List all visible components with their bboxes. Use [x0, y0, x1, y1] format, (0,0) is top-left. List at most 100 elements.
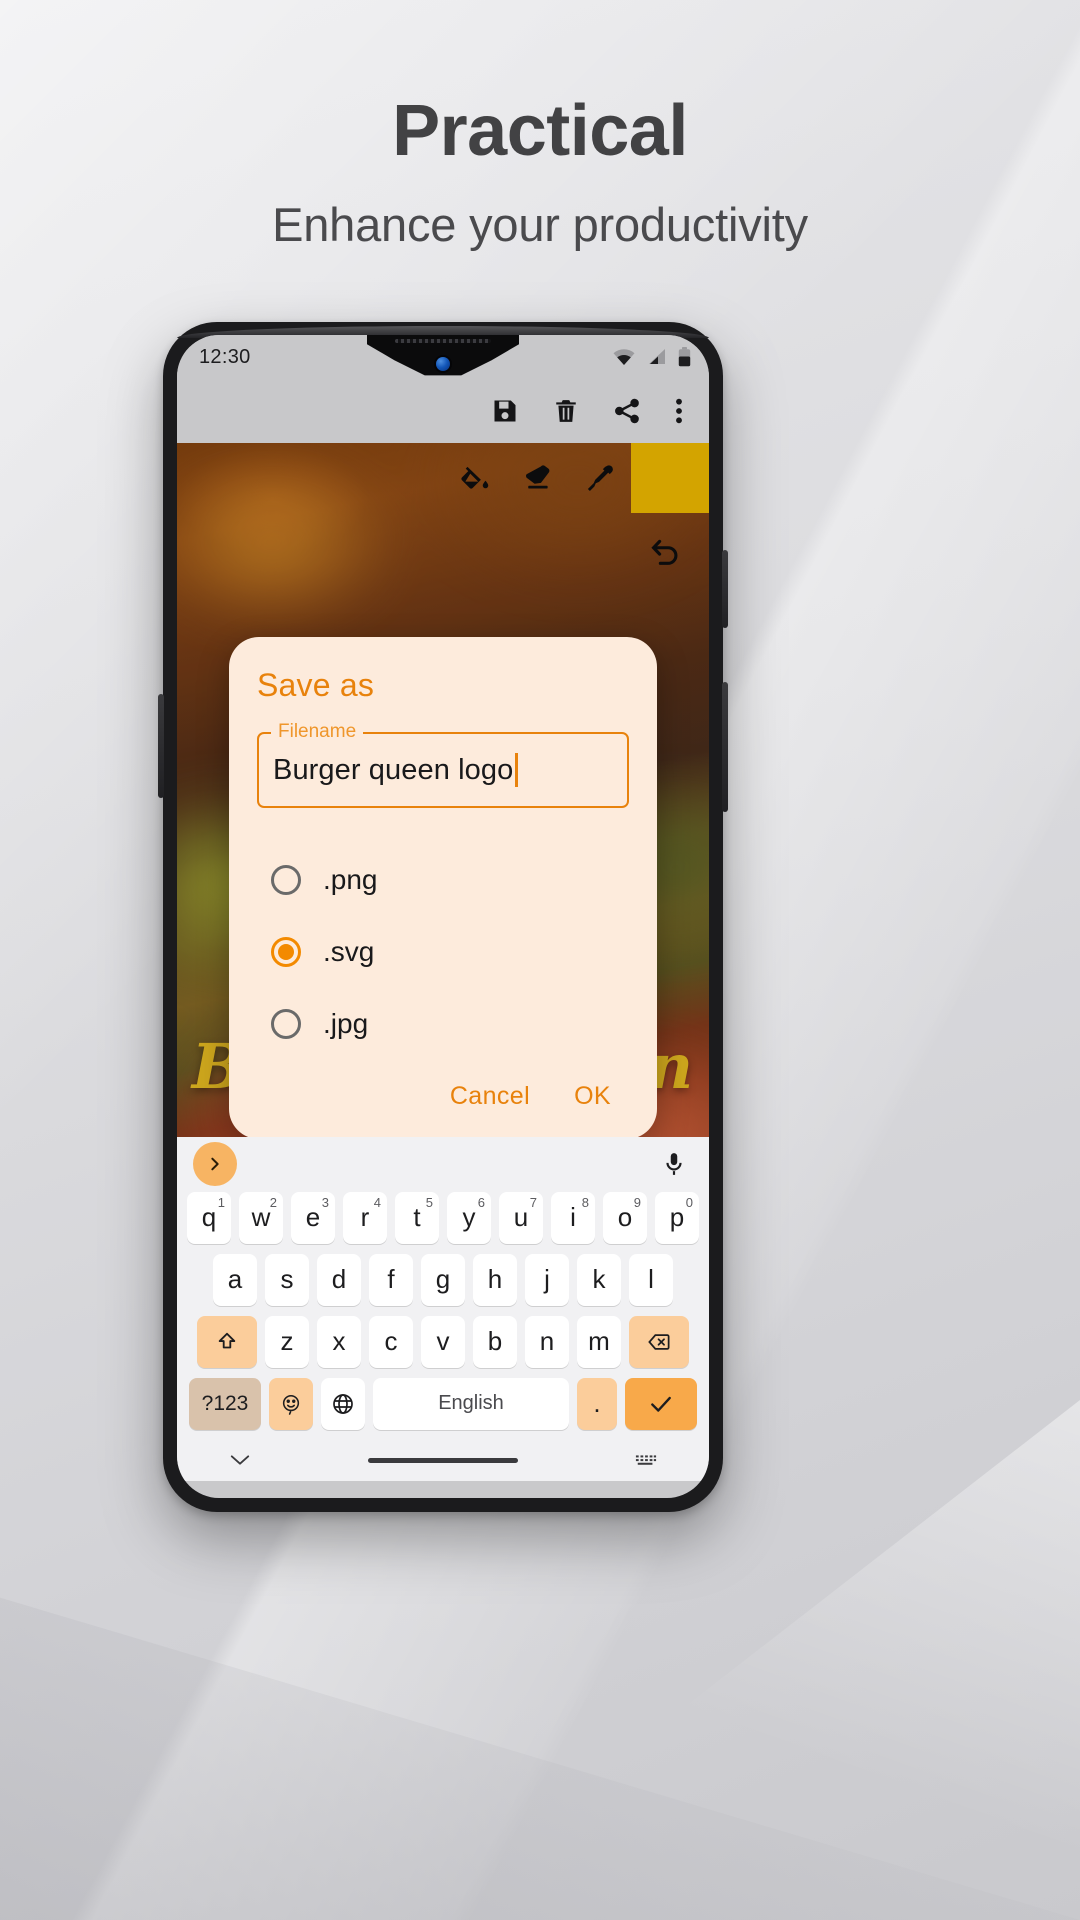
phone-side-button-left: [158, 694, 164, 798]
format-option-png[interactable]: .png: [257, 848, 629, 912]
phone-mockup: 12:30 Save as Filename Burger queen logo…: [158, 322, 728, 1512]
backspace-icon: [648, 1333, 670, 1350]
key-z[interactable]: z: [265, 1315, 309, 1368]
cancel-button[interactable]: Cancel: [450, 1082, 530, 1111]
format-label-svg: .svg: [323, 936, 375, 967]
key-label-e: e: [305, 1202, 321, 1233]
language-key[interactable]: [321, 1377, 365, 1430]
status-icons: [612, 347, 691, 367]
format-option-jpg[interactable]: .jpg: [257, 992, 629, 1056]
cell-signal-icon: [649, 349, 665, 364]
page-subtitle: Enhance your productivity: [272, 198, 808, 252]
key-d[interactable]: d: [317, 1253, 361, 1306]
phone-power-button: [722, 550, 728, 628]
key-a[interactable]: a: [213, 1253, 257, 1306]
front-camera: [436, 357, 450, 371]
key-label-u: u: [513, 1202, 529, 1233]
chevron-right-icon: [211, 1157, 219, 1171]
share-icon[interactable]: [613, 397, 641, 425]
format-label-jpg: .jpg: [323, 1008, 369, 1039]
key-label-w: w: [251, 1202, 271, 1233]
text-cursor: [515, 753, 518, 787]
key-sup-y: 6: [477, 1194, 485, 1210]
key-i[interactable]: 8i: [551, 1191, 595, 1244]
shift-icon: [218, 1332, 236, 1349]
keyboard-row-1: 1q 2w 3e 4r 5t 6y 7u 8i 9o 0p: [177, 1191, 709, 1244]
key-label-r: r: [360, 1202, 370, 1233]
key-sup-u: 7: [529, 1194, 537, 1210]
emoji-key[interactable]: [269, 1377, 313, 1430]
key-y[interactable]: 6y: [447, 1191, 491, 1244]
overflow-menu-icon[interactable]: [675, 397, 683, 425]
filename-field[interactable]: Filename Burger queen logo: [257, 721, 629, 808]
format-option-svg[interactable]: .svg: [257, 920, 629, 984]
key-label-o: o: [617, 1202, 633, 1233]
delete-icon[interactable]: [553, 397, 579, 425]
key-label-y: y: [462, 1202, 476, 1233]
key-sup-i: 8: [581, 1194, 589, 1210]
page-title: Practical: [392, 91, 688, 171]
radio-jpg[interactable]: [271, 1009, 301, 1039]
on-screen-keyboard: 1q 2w 3e 4r 5t 6y 7u 8i 9o 0p a s d f g …: [177, 1137, 709, 1481]
key-x[interactable]: x: [317, 1315, 361, 1368]
key-l[interactable]: l: [629, 1253, 673, 1306]
microphone-icon[interactable]: [661, 1151, 687, 1177]
key-label-q: q: [201, 1202, 217, 1233]
key-p[interactable]: 0p: [655, 1191, 699, 1244]
symbols-key[interactable]: ?123: [189, 1377, 261, 1430]
radio-svg[interactable]: [271, 937, 301, 967]
key-j[interactable]: j: [525, 1253, 569, 1306]
key-m[interactable]: m: [577, 1315, 621, 1368]
key-f[interactable]: f: [369, 1253, 413, 1306]
key-e[interactable]: 3e: [291, 1191, 335, 1244]
key-n[interactable]: n: [525, 1315, 569, 1368]
key-v[interactable]: v: [421, 1315, 465, 1368]
shift-key[interactable]: [197, 1315, 257, 1368]
phone-volume-button: [722, 682, 728, 812]
home-indicator[interactable]: [368, 1457, 518, 1463]
key-h[interactable]: h: [473, 1253, 517, 1306]
period-key[interactable]: .: [577, 1377, 617, 1430]
key-label-t: t: [413, 1202, 421, 1233]
key-w[interactable]: 2w: [239, 1191, 283, 1244]
keyboard-row-3: z x c v b n m: [177, 1315, 709, 1368]
save-as-dialog: Save as Filename Burger queen logo .png …: [229, 637, 657, 1137]
chevron-down-icon[interactable]: [229, 1453, 251, 1467]
dialog-actions: Cancel OK: [257, 1064, 629, 1123]
radio-png[interactable]: [271, 865, 301, 895]
space-key[interactable]: English: [373, 1377, 569, 1430]
key-u[interactable]: 7u: [499, 1191, 543, 1244]
key-label-p: p: [669, 1202, 685, 1233]
key-s[interactable]: s: [265, 1253, 309, 1306]
promo-headings: Practical Enhance your productivity: [0, 91, 1080, 252]
keyboard-suggestion-bar: [177, 1137, 709, 1192]
key-c[interactable]: c: [369, 1315, 413, 1368]
keyboard-icon[interactable]: [635, 1453, 657, 1467]
key-t[interactable]: 5t: [395, 1191, 439, 1244]
key-sup-p: 0: [685, 1194, 693, 1210]
key-g[interactable]: g: [421, 1253, 465, 1306]
enter-key[interactable]: [625, 1377, 697, 1430]
backspace-key[interactable]: [629, 1315, 689, 1368]
key-sup-w: 2: [269, 1194, 277, 1210]
key-sup-q: 1: [217, 1194, 225, 1210]
format-label-png: .png: [323, 864, 378, 895]
key-sup-r: 4: [373, 1194, 381, 1210]
filename-input[interactable]: Burger queen logo: [273, 754, 513, 787]
key-r[interactable]: 4r: [343, 1191, 387, 1244]
wifi-icon: [613, 349, 635, 365]
key-q[interactable]: 1q: [187, 1191, 231, 1244]
save-icon[interactable]: [491, 397, 519, 425]
editor-canvas[interactable]: Burger Queen: [177, 443, 709, 1137]
status-clock: 12:30: [199, 345, 251, 368]
key-sup-o: 9: [633, 1194, 641, 1210]
keyboard-row-2: a s d f g h j k l: [177, 1253, 709, 1306]
key-b[interactable]: b: [473, 1315, 517, 1368]
globe-icon: [333, 1393, 353, 1414]
keyboard-expand-button[interactable]: [193, 1142, 237, 1187]
key-label-i: i: [570, 1202, 576, 1233]
key-k[interactable]: k: [577, 1253, 621, 1306]
phone-screen: 12:30 Save as Filename Burger queen logo…: [177, 335, 709, 1498]
key-o[interactable]: 9o: [603, 1191, 647, 1244]
ok-button[interactable]: OK: [574, 1082, 611, 1111]
